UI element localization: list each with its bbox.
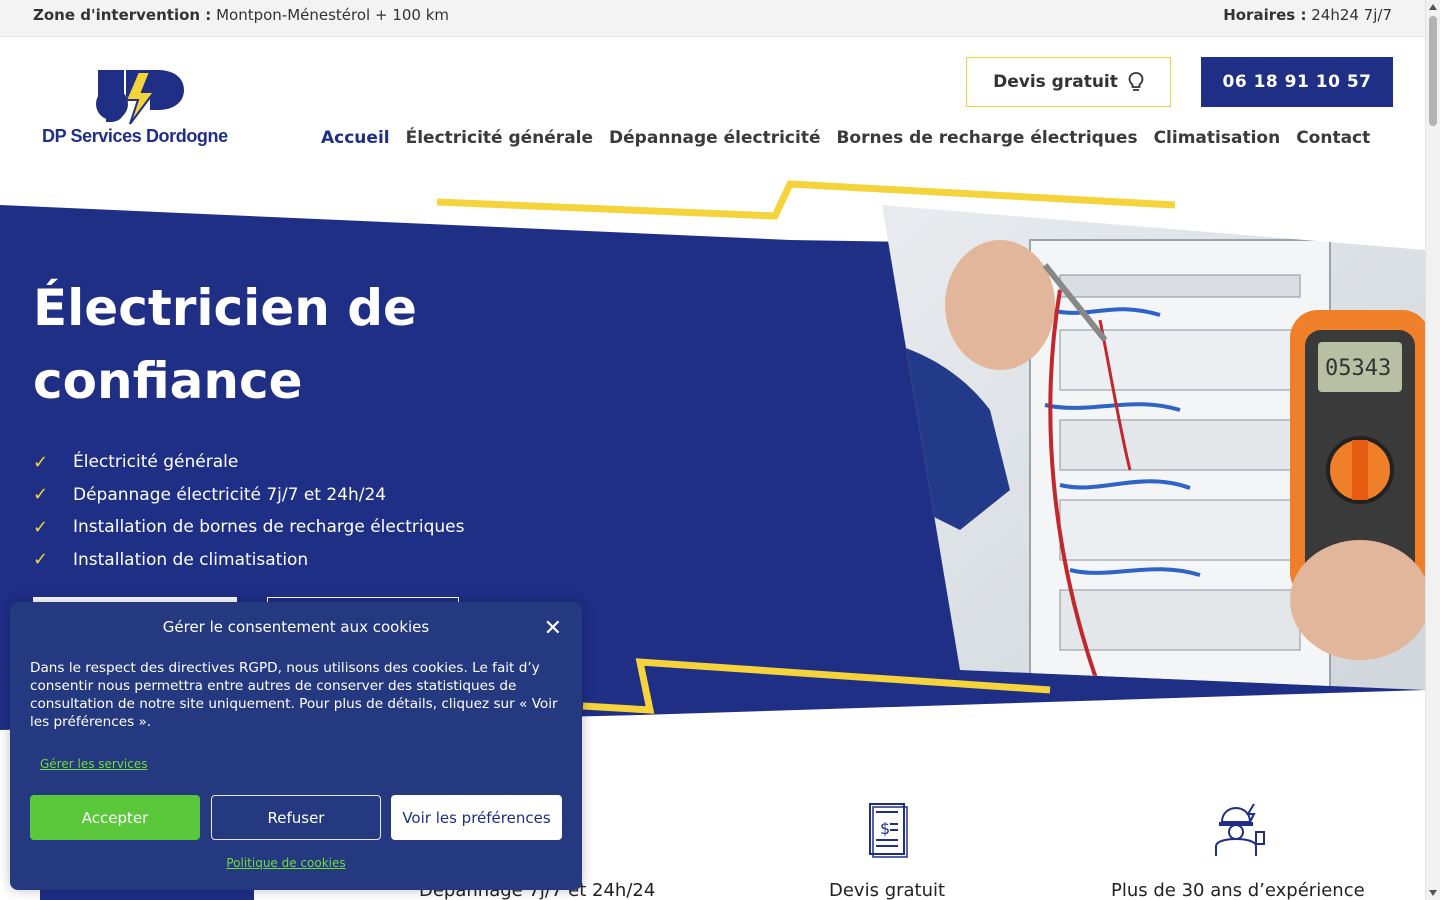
svg-text:05343: 05343 bbox=[1325, 356, 1391, 381]
nav-item-depannage-electricite[interactable]: Dépannage électricité bbox=[609, 128, 820, 148]
check-icon: ✓ bbox=[33, 451, 49, 473]
opening-hours: Horaires : 24h24 7j/7 bbox=[1223, 6, 1392, 24]
electrician-icon bbox=[1215, 803, 1265, 856]
cookie-consent-dialog: Gérer le consentement aux cookies ✕ Dans… bbox=[10, 602, 582, 890]
cookie-title: Gérer le consentement aux cookies bbox=[162, 618, 430, 636]
preferences-button[interactable]: Voir les préférences bbox=[391, 795, 562, 840]
top-info-bar: Zone d'intervention : Montpon-Ménestérol… bbox=[0, 0, 1425, 37]
hero-title: Électricien de confiance bbox=[33, 279, 417, 410]
scroll-up-icon[interactable] bbox=[1429, 4, 1437, 10]
hours-label: Horaires : bbox=[1223, 6, 1307, 24]
quote-button-label: Devis gratuit bbox=[993, 72, 1118, 92]
check-icon: ✓ bbox=[33, 484, 49, 506]
nav-item-climatisation[interactable]: Climatisation bbox=[1154, 128, 1281, 148]
brand-name[interactable]: DP Services Dordogne bbox=[42, 126, 228, 147]
hours-value: 24h24 7j/7 bbox=[1311, 6, 1392, 24]
feature-label: Plus de 30 ans d’expérience bbox=[1111, 880, 1365, 900]
scroll-down-icon[interactable] bbox=[1429, 890, 1437, 896]
svg-text:$: $ bbox=[880, 819, 890, 838]
list-item: ✓ Installation de climatisation bbox=[33, 544, 464, 577]
hero-services-list: ✓ Électricité générale ✓ Dépannage électri… bbox=[33, 446, 464, 576]
quote-button[interactable]: Devis gratuit bbox=[966, 57, 1171, 107]
accept-button[interactable]: Accepter bbox=[30, 795, 200, 840]
feature-label: Devis gratuit bbox=[829, 880, 946, 900]
service-zone: Zone d'intervention : Montpon-Ménestérol… bbox=[33, 6, 449, 24]
nav-item-bornes-recharge[interactable]: Bornes de recharge électriques bbox=[836, 128, 1137, 148]
page-scrollbar[interactable] bbox=[1425, 0, 1440, 900]
bullet-text: Dépannage électricité 7j/7 et 24h/24 bbox=[73, 484, 387, 505]
list-item: ✓ Installation de bornes de recharge élec… bbox=[33, 511, 464, 544]
invoice-icon: $ bbox=[869, 803, 908, 858]
check-icon: ✓ bbox=[33, 516, 49, 538]
check-icon: ✓ bbox=[33, 549, 49, 571]
phone-button[interactable]: 06 18 91 10 57 bbox=[1201, 57, 1393, 107]
refuse-button[interactable]: Refuser bbox=[211, 795, 381, 840]
cookie-text: Dans le respect des directives RGPD, nou… bbox=[30, 660, 558, 730]
main-nav: Accueil Électricité générale Dépannage é… bbox=[321, 128, 1370, 148]
bullet-text: Installation de bornes de recharge élect… bbox=[73, 517, 465, 538]
zone-value: Montpon-Ménestérol + 100 km bbox=[216, 6, 450, 24]
manage-services-link[interactable]: Gérer les services bbox=[40, 757, 148, 771]
nav-item-contact[interactable]: Contact bbox=[1296, 128, 1370, 148]
scroll-thumb[interactable] bbox=[1429, 16, 1437, 126]
close-icon[interactable]: ✕ bbox=[544, 616, 562, 641]
cookie-policy-link[interactable]: Politique de cookies bbox=[10, 856, 562, 870]
lightbulb-icon bbox=[1128, 72, 1144, 91]
list-item: ✓ Électricité générale bbox=[33, 446, 464, 479]
list-item: ✓ Dépannage électricité 7j/7 et 24h/24 bbox=[33, 479, 464, 512]
nav-item-electricite-generale[interactable]: Électricité générale bbox=[406, 128, 593, 148]
bullet-text: Électricité générale bbox=[73, 452, 239, 473]
bullet-text: Installation de climatisation bbox=[73, 549, 309, 570]
nav-item-accueil[interactable]: Accueil bbox=[321, 128, 390, 148]
zone-label: Zone d'intervention : bbox=[33, 6, 212, 24]
